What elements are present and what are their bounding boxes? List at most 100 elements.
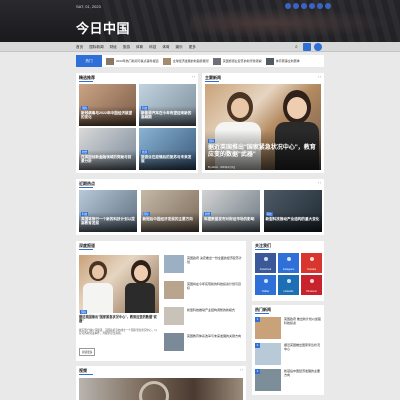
carousel-arrows[interactable]: ‹ › — [318, 181, 321, 185]
in-depth-panel: 深度报道 国际 据近英国推出"国家紧急状况中心"，教育应变的数据"武器" 据英国… — [76, 241, 246, 361]
category-badge[interactable]: 旅游 — [141, 150, 149, 154]
nav-menu: 首页 国际新闻 财经 旅游 体育 科技 体育 娱乐 更多 — [76, 45, 196, 50]
rank-badge: 1 — [255, 317, 260, 322]
nav-item[interactable]: 体育 — [136, 45, 143, 50]
ticker-items: 2023年热门新闻与焦点事件报道 全球经济发展的新趋势展望 英国旅游业复苏的新景象观… — [102, 57, 300, 65]
card-headline[interactable]: 在英国创新金融领域的突破与前景分析 — [81, 155, 134, 164]
social-label: Youtube — [306, 268, 317, 271]
facebook-icon — [264, 257, 268, 261]
carousel-arrows[interactable]: ‹ › — [192, 75, 195, 79]
twitter-icon — [264, 279, 268, 283]
category-badge[interactable]: 国际 — [208, 139, 216, 143]
section-underline — [205, 81, 219, 82]
nav-item[interactable]: 科技 — [149, 45, 156, 50]
read-more-button[interactable]: 阅读更多 — [79, 348, 96, 356]
header-background-image — [190, 8, 390, 38]
category-badge[interactable]: 财经 — [204, 212, 212, 216]
user-icon[interactable] — [314, 43, 322, 51]
twitter-icon[interactable] — [293, 3, 299, 9]
youtube-icon[interactable] — [309, 3, 315, 9]
ticker-thumbnail[interactable] — [212, 57, 221, 65]
ticker-thumbnail[interactable] — [265, 57, 274, 65]
feature-headline[interactable]: 据近英国推出"国家紧急状况中心"，教育应变的数据"武器" — [208, 145, 318, 159]
nav-item[interactable]: 首页 — [76, 45, 83, 50]
popular-headline[interactable]: 据近英国推出国家紧急状况中心 — [284, 343, 322, 351]
ticker-item[interactable]: 英国旅游业复苏的新景象观察 — [212, 57, 262, 65]
pinterest-button[interactable]: Pinterest — [301, 275, 322, 295]
youtube-button[interactable]: Youtube — [301, 253, 322, 273]
nav-item[interactable]: 更多 — [189, 45, 196, 50]
nav-item[interactable]: 旅游 — [123, 45, 130, 50]
instagram-icon[interactable] — [301, 3, 307, 9]
instagram-icon — [287, 257, 291, 261]
card-headline[interactable]: 新能源汽车在今年有望迎来新的高峰期 — [141, 111, 194, 120]
nav-item[interactable]: 娱乐 — [176, 45, 183, 50]
list-headline[interactable]: 英国将在今年实现新的科技投资计划与目标 — [187, 282, 243, 290]
list-thumbnail[interactable] — [164, 333, 184, 351]
ticker-item[interactable]: 全球经济发展的新趋势展望 — [162, 57, 209, 65]
card-headline[interactable]: 新型科技推动产业结构的重大变化 — [266, 217, 320, 221]
category-badge[interactable]: 科技 — [265, 212, 273, 216]
list-headline[interactable]: 新型科技推动产业结构调整的新模式 — [187, 308, 243, 312]
popular-headline[interactable]: 英国政府 推出新计划以加强科技投资 — [284, 317, 322, 325]
category-badge[interactable]: 财经 — [81, 150, 89, 154]
news-card-image[interactable] — [202, 190, 260, 232]
category-badge[interactable]: 科技 — [81, 212, 89, 216]
youtube-icon — [310, 257, 314, 261]
carousel-arrows[interactable]: ‹ › — [240, 368, 243, 372]
menu-button[interactable] — [303, 43, 311, 51]
site-header: SAT, 01, 2023 今日中国 — [0, 0, 400, 42]
carousel-arrows[interactable]: ‹ › — [318, 75, 321, 79]
linkedin-icon — [287, 279, 291, 283]
news-card-image[interactable] — [263, 190, 322, 232]
feature-meta: By Admin · 2023年1月1日 — [208, 166, 236, 169]
featured-panel: 精选推荐 ‹ › 国际 新冠病毒与2022年中国经济展望的变化 科技 新能源汽车在今年… — [76, 73, 198, 173]
ticker-item[interactable]: 体育赛事全新赛季 — [265, 57, 300, 65]
card-headline[interactable]: 新冠病毒与2022年中国经济展望的变化 — [81, 111, 134, 120]
twitter-button[interactable]: Twitter — [255, 275, 276, 295]
list-thumbnail[interactable] — [164, 281, 184, 299]
instagram-button[interactable]: Instagram — [278, 253, 299, 273]
follow-us-panel: 关注我们 Facebook Instagram Youtube Twitter Link… — [252, 241, 324, 301]
video-thumbnail[interactable] — [79, 378, 243, 400]
facebook-icon[interactable] — [285, 3, 291, 9]
ticker-text[interactable]: 2023年热门新闻与焦点事件报道 — [116, 59, 159, 63]
ticker-thumbnail[interactable] — [106, 57, 114, 65]
section-underline — [79, 249, 93, 250]
category-badge[interactable]: 国际 — [80, 310, 88, 314]
category-badge[interactable]: 科技 — [141, 106, 149, 110]
list-headline[interactable]: 英国政府 决定推出一份全面的经济复苏计划 — [187, 256, 243, 264]
ticker-item[interactable]: 2023年热门新闻与焦点事件报道 — [106, 57, 159, 65]
header-date: SAT, 01, 2023 — [76, 4, 101, 9]
ticker-text[interactable]: 体育赛事全新赛季 — [276, 59, 300, 63]
card-headline[interactable]: 英国将推行一个新的科技计划以提高教育发展 — [81, 217, 135, 226]
article-image[interactable] — [79, 255, 159, 313]
nav-item[interactable]: 体育 — [162, 45, 169, 50]
ticker-text[interactable]: 全球经济发展的新趋势展望 — [173, 59, 209, 63]
popular-headline[interactable]: 新冠后中国经济发展的主要方向 — [284, 369, 322, 377]
ticker-text[interactable]: 英国旅游业复苏的新景象观察 — [223, 59, 262, 63]
search-icon[interactable]: ⌕ — [295, 44, 298, 50]
nav-item[interactable]: 财经 — [110, 45, 117, 50]
site-title[interactable]: 今日中国 — [76, 18, 130, 37]
card-headline[interactable]: 年度数据发布对财经市场的影响 — [204, 217, 258, 221]
article-headline[interactable]: 据近英国推出"国家紧急状况中心"，教育应变的数据"武器" — [79, 315, 159, 323]
news-card-image[interactable] — [140, 190, 199, 232]
list-thumbnail[interactable] — [164, 255, 184, 273]
linkedin-icon[interactable] — [317, 3, 323, 9]
list-headline[interactable]: 英国教育体系改革与未来发展的关键方向 — [187, 334, 243, 338]
card-headline[interactable]: 旅游业在疫情后的复苏与未来发展 — [141, 155, 194, 164]
list-thumbnail[interactable] — [164, 307, 184, 325]
nav-item[interactable]: 国际新闻 — [89, 45, 103, 50]
category-badge[interactable]: 国际 — [81, 106, 89, 110]
linkedin-button[interactable]: Linkedin — [278, 275, 299, 295]
rank-badge: 2 — [255, 343, 260, 348]
pinterest-icon[interactable] — [325, 3, 331, 9]
popular-panel: 热门新闻 1 英国政府 推出新计划以加强科技投资 2 据近英国推出国家紧急状况中心 3 新… — [252, 305, 324, 395]
ticker-thumbnail[interactable] — [162, 57, 171, 65]
section-underline — [79, 81, 93, 82]
facebook-button[interactable]: Facebook — [255, 253, 276, 273]
card-headline[interactable]: 新冠后中国经济发展的主要方向 — [143, 217, 197, 221]
category-badge[interactable]: 国际 — [142, 212, 150, 216]
social-label: Instagram — [282, 268, 295, 271]
